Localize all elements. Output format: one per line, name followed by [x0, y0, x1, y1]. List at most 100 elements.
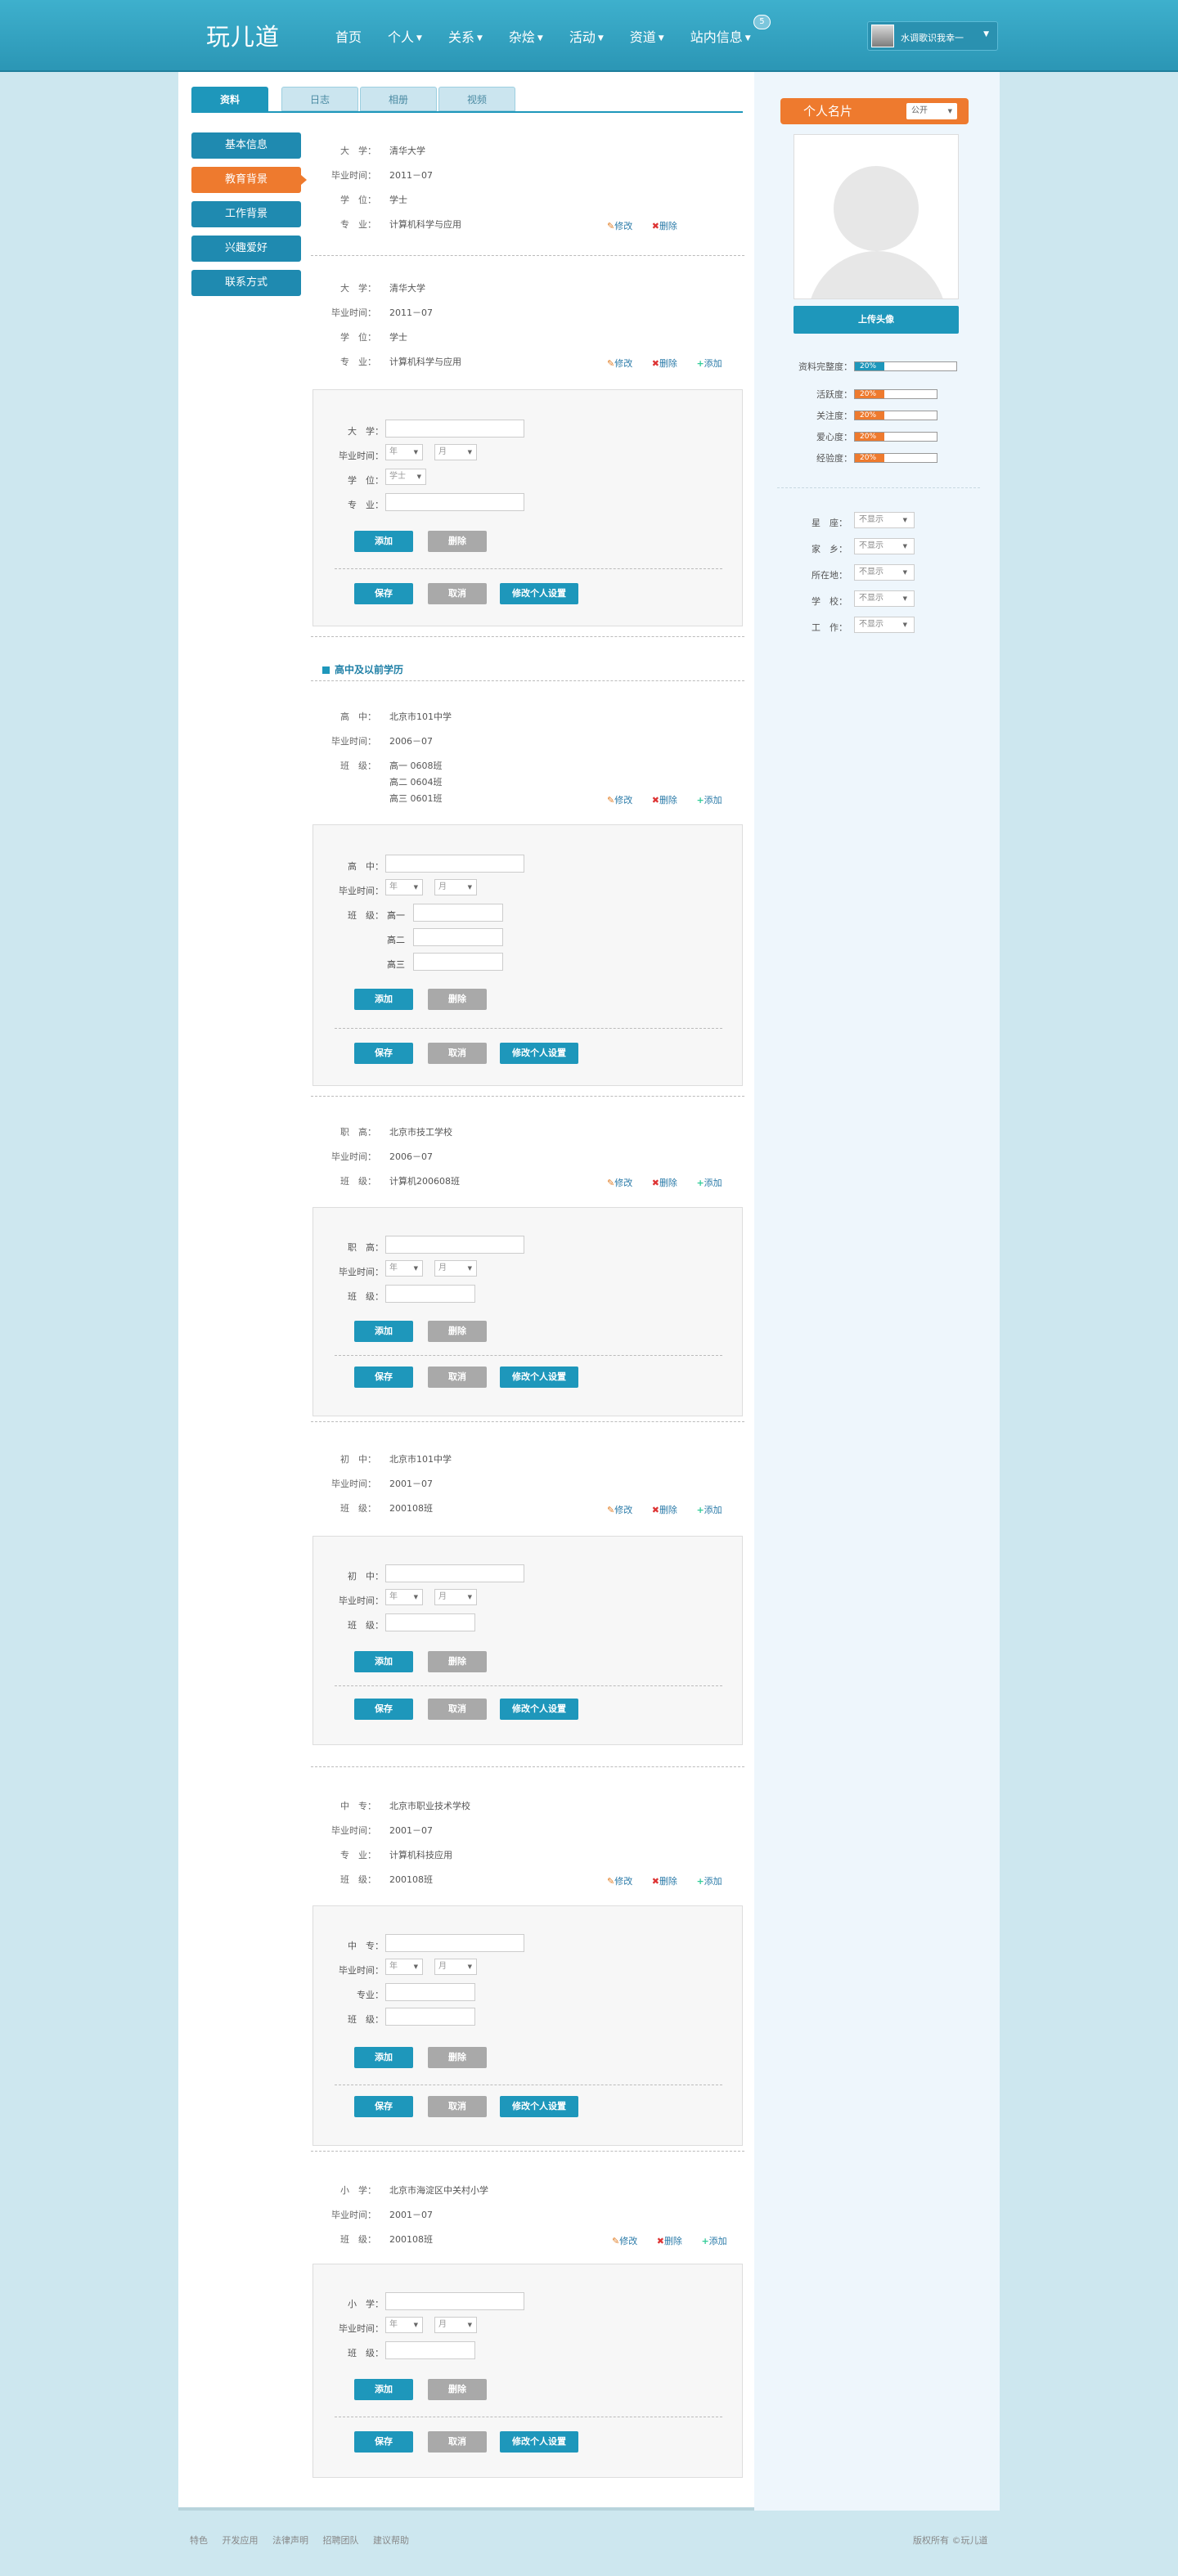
- footer-link[interactable]: 招聘团队: [323, 2535, 359, 2546]
- delete-button[interactable]: 删除: [428, 2379, 487, 2400]
- cancel-button[interactable]: 取消: [428, 1367, 487, 1388]
- delete-link[interactable]: ✖删除: [652, 795, 686, 806]
- month-select[interactable]: 月: [434, 1589, 477, 1605]
- edit-settings-button[interactable]: 修改个人设置: [500, 2431, 578, 2453]
- save-button[interactable]: 保存: [354, 2096, 413, 2117]
- site-logo[interactable]: 玩儿道: [206, 18, 280, 52]
- save-button[interactable]: 保存: [354, 1043, 413, 1064]
- nav-resources[interactable]: 资道 ▼: [630, 26, 664, 46]
- tab-album[interactable]: 相册: [360, 87, 437, 111]
- footer-link[interactable]: 开发应用: [223, 2535, 259, 2546]
- year-select[interactable]: 年: [385, 879, 423, 895]
- hometown-select[interactable]: 不显示: [854, 538, 915, 554]
- upload-avatar-button[interactable]: 上传头像: [794, 306, 959, 334]
- user-menu[interactable]: 水调歌识我幸一 ▼: [867, 21, 998, 51]
- degree-select[interactable]: 学士: [385, 469, 426, 485]
- class-input-grade3[interactable]: [413, 953, 503, 971]
- university-input[interactable]: [385, 420, 524, 438]
- class-input[interactable]: [385, 2341, 475, 2359]
- add-button[interactable]: 添加: [354, 2379, 413, 2400]
- edit-link[interactable]: ✎修改: [607, 1505, 641, 1515]
- class-input[interactable]: [385, 1285, 475, 1303]
- nav-home[interactable]: 首页: [335, 26, 362, 46]
- add-button[interactable]: 添加: [354, 531, 413, 552]
- month-select[interactable]: 月: [434, 2317, 477, 2333]
- add-button[interactable]: 添加: [354, 1651, 413, 1672]
- nav-relations[interactable]: 关系 ▼: [448, 26, 483, 46]
- edit-settings-button[interactable]: 修改个人设置: [500, 2096, 578, 2117]
- edit-link[interactable]: ✎修改: [612, 2236, 645, 2246]
- footer-link[interactable]: 法律声明: [272, 2535, 308, 2546]
- middle-school-input[interactable]: [385, 1564, 524, 1582]
- major-input[interactable]: [385, 1983, 475, 2001]
- menu-interests[interactable]: 兴趣爱好: [191, 236, 301, 262]
- major-input[interactable]: [385, 493, 524, 511]
- delete-button[interactable]: 删除: [428, 531, 487, 552]
- delete-link[interactable]: ✖删除: [652, 358, 686, 369]
- add-link[interactable]: +添加: [696, 1505, 730, 1515]
- edit-link[interactable]: ✎修改: [607, 1178, 641, 1188]
- work-select[interactable]: 不显示: [854, 617, 915, 633]
- cancel-button[interactable]: 取消: [428, 1699, 487, 1720]
- add-link[interactable]: +添加: [696, 358, 730, 369]
- tab-profile[interactable]: 资料: [191, 87, 268, 111]
- footer-link[interactable]: 建议帮助: [373, 2535, 409, 2546]
- add-link[interactable]: +添加: [701, 2236, 735, 2246]
- class-input-grade1[interactable]: [413, 904, 503, 922]
- edit-link[interactable]: ✎修改: [607, 221, 641, 231]
- cancel-button[interactable]: 取消: [428, 2096, 487, 2117]
- month-select[interactable]: 月: [434, 444, 477, 460]
- high-school-input[interactable]: [385, 855, 524, 873]
- edit-link[interactable]: ✎修改: [607, 358, 641, 369]
- add-link[interactable]: +添加: [696, 1876, 730, 1887]
- edit-settings-button[interactable]: 修改个人设置: [500, 1699, 578, 1720]
- delete-button[interactable]: 删除: [428, 1321, 487, 1342]
- cancel-button[interactable]: 取消: [428, 1043, 487, 1064]
- delete-link[interactable]: ✖删除: [652, 1876, 686, 1887]
- class-input[interactable]: [385, 2008, 475, 2026]
- menu-basic-info[interactable]: 基本信息: [191, 132, 301, 159]
- class-input[interactable]: [385, 1613, 475, 1631]
- add-button[interactable]: 添加: [354, 989, 413, 1010]
- save-button[interactable]: 保存: [354, 2431, 413, 2453]
- menu-work[interactable]: 工作背景: [191, 201, 301, 227]
- delete-button[interactable]: 删除: [428, 2047, 487, 2068]
- add-button[interactable]: 添加: [354, 1321, 413, 1342]
- year-select[interactable]: 年: [385, 1589, 423, 1605]
- cancel-button[interactable]: 取消: [428, 583, 487, 604]
- delete-button[interactable]: 删除: [428, 989, 487, 1010]
- year-select[interactable]: 年: [385, 1959, 423, 1975]
- tab-blog[interactable]: 日志: [281, 87, 358, 111]
- nav-messages[interactable]: 站内信息 ▼ 5: [690, 15, 771, 46]
- footer-link[interactable]: 特色: [190, 2535, 208, 2546]
- month-select[interactable]: 月: [434, 1959, 477, 1975]
- menu-education[interactable]: 教育背景: [191, 167, 307, 193]
- nav-personal[interactable]: 个人 ▼: [388, 26, 422, 46]
- edit-link[interactable]: ✎修改: [607, 1876, 641, 1887]
- save-button[interactable]: 保存: [354, 1699, 413, 1720]
- delete-link[interactable]: ✖删除: [652, 221, 686, 231]
- edit-settings-button[interactable]: 修改个人设置: [500, 1043, 578, 1064]
- nav-misc[interactable]: 杂烩 ▼: [509, 26, 543, 46]
- constellation-select[interactable]: 不显示: [854, 512, 915, 528]
- year-select[interactable]: 年: [385, 2317, 423, 2333]
- delete-link[interactable]: ✖删除: [652, 1178, 686, 1188]
- delete-button[interactable]: 删除: [428, 1651, 487, 1672]
- edit-settings-button[interactable]: 修改个人设置: [500, 583, 578, 604]
- delete-link[interactable]: ✖删除: [657, 2236, 690, 2246]
- tab-video[interactable]: 视频: [438, 87, 515, 111]
- month-select[interactable]: 月: [434, 879, 477, 895]
- menu-contact[interactable]: 联系方式: [191, 270, 301, 296]
- primary-school-input[interactable]: [385, 2292, 524, 2310]
- visibility-select[interactable]: 公开 ▼: [906, 103, 957, 119]
- technical-school-input[interactable]: [385, 1934, 524, 1952]
- delete-link[interactable]: ✖删除: [652, 1505, 686, 1515]
- class-input-grade2[interactable]: [413, 928, 503, 946]
- add-link[interactable]: +添加: [696, 1178, 730, 1188]
- month-select[interactable]: 月: [434, 1260, 477, 1277]
- edit-settings-button[interactable]: 修改个人设置: [500, 1367, 578, 1388]
- year-select[interactable]: 年: [385, 1260, 423, 1277]
- add-button[interactable]: 添加: [354, 2047, 413, 2068]
- save-button[interactable]: 保存: [354, 583, 413, 604]
- year-select[interactable]: 年: [385, 444, 423, 460]
